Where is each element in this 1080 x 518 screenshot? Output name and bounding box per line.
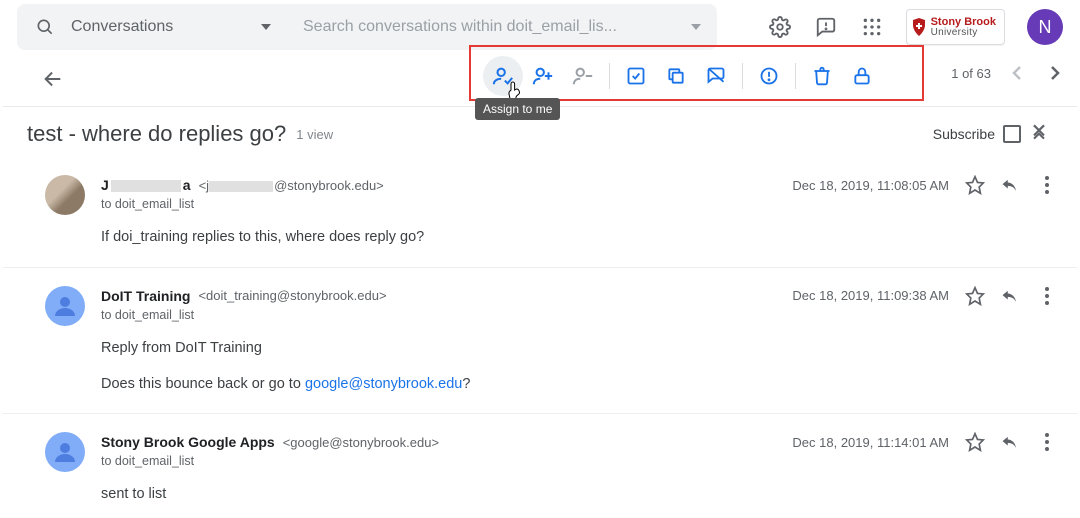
recipient-line: to doit_email_list (101, 454, 1057, 468)
star-icon[interactable] (965, 286, 985, 306)
message-body: If doi_training replies to this, where d… (101, 227, 1057, 249)
lock-button[interactable] (842, 56, 882, 96)
take-button[interactable] (523, 56, 563, 96)
org-brand[interactable]: Stony Brook University (906, 9, 1005, 45)
assign-to-me-button[interactable] (483, 56, 523, 96)
avatar-initial: N (1039, 17, 1052, 38)
search-icon (33, 15, 57, 39)
sender-avatar (45, 432, 85, 472)
sender-email: <j@stonybrook.edu> (199, 178, 384, 193)
collapse-all-button[interactable] (1029, 122, 1053, 146)
apps-grid-icon[interactable] (860, 15, 884, 39)
top-icons: Stony Brook University N (768, 9, 1063, 45)
sender-name: Stony Brook Google Apps (101, 434, 275, 450)
caret-down-icon (261, 24, 271, 30)
page-prev-button[interactable] (1005, 61, 1029, 85)
toolbar-separator (742, 63, 743, 89)
message-item: DoIT Training <doit_training@stonybrook.… (3, 268, 1077, 415)
sender-avatar (45, 286, 85, 326)
subscribe-label: Subscribe (933, 126, 995, 142)
message-item: Ja <j@stonybrook.edu> Dec 18, 2019, 11:0… (3, 157, 1077, 268)
sender-name: DoIT Training (101, 288, 190, 304)
star-icon[interactable] (965, 175, 985, 195)
search-placeholder: Search conversations within doit_email_l… (303, 18, 617, 36)
thread-toolbar (483, 53, 882, 99)
mark-duplicate-button[interactable] (656, 56, 696, 96)
pagination: 1 of 63 (951, 61, 1067, 85)
feedback-icon[interactable] (814, 15, 838, 39)
thread-subject: test - where do replies go? (27, 121, 286, 147)
search-scope-label: Conversations (71, 18, 173, 36)
message-date: Dec 18, 2019, 11:14:01 AM (792, 435, 949, 450)
page-next-button[interactable] (1043, 61, 1067, 85)
search-input-area[interactable]: Search conversations within doit_email_l… (287, 4, 717, 50)
subject-row: test - where do replies go? 1 view Subsc… (3, 107, 1077, 157)
star-icon[interactable] (965, 432, 985, 452)
no-action-needed-button[interactable] (696, 56, 736, 96)
report-button[interactable] (749, 56, 789, 96)
sender-name: Ja (101, 177, 191, 193)
toolbar-separator (795, 63, 796, 89)
view-count: 1 view (296, 127, 333, 142)
mark-complete-button[interactable] (616, 56, 656, 96)
page-counter: 1 of 63 (951, 66, 991, 81)
more-icon[interactable] (1037, 286, 1057, 306)
reply-all-icon[interactable] (1001, 432, 1021, 452)
action-row: Assign to me 1 of 63 (3, 51, 1077, 107)
delete-button[interactable] (802, 56, 842, 96)
account-avatar[interactable]: N (1027, 9, 1063, 45)
message-date: Dec 18, 2019, 11:08:05 AM (792, 178, 949, 193)
gear-icon[interactable] (768, 15, 792, 39)
sender-avatar (45, 175, 85, 215)
org-subtitle: University (931, 28, 996, 38)
shield-icon (913, 18, 925, 36)
more-icon[interactable] (1037, 175, 1057, 195)
toolbar-separator (609, 63, 610, 89)
search-bar[interactable]: Conversations Search conversations withi… (17, 4, 717, 50)
sender-email: <google@stonybrook.edu> (283, 435, 439, 450)
search-scope[interactable]: Conversations (17, 4, 287, 50)
more-icon[interactable] (1037, 432, 1057, 452)
sender-email: <doit_training@stonybrook.edu> (198, 288, 386, 303)
drop-button[interactable] (563, 56, 603, 96)
message-date: Dec 18, 2019, 11:09:38 AM (792, 288, 949, 303)
recipient-line: to doit_email_list (101, 308, 1057, 322)
caret-down-icon (691, 24, 701, 30)
message-list: Ja <j@stonybrook.edu> Dec 18, 2019, 11:0… (3, 157, 1077, 518)
message-body: sent to list (101, 484, 1057, 506)
person-icon (53, 294, 77, 318)
org-name: Stony Brook (931, 17, 996, 28)
person-icon (53, 440, 77, 464)
back-button[interactable] (33, 59, 73, 99)
reply-all-icon[interactable] (1001, 286, 1021, 306)
message-item: Stony Brook Google Apps <google@stonybro… (3, 414, 1077, 518)
subscribe-checkbox[interactable] (1003, 125, 1021, 143)
recipient-line: to doit_email_list (101, 197, 1057, 211)
reply-all-icon[interactable] (1001, 175, 1021, 195)
email-link[interactable]: google@stonybrook.edu (305, 376, 462, 392)
top-bar: Conversations Search conversations withi… (3, 3, 1077, 51)
message-body: Reply from DoIT Training Does this bounc… (101, 338, 1057, 396)
